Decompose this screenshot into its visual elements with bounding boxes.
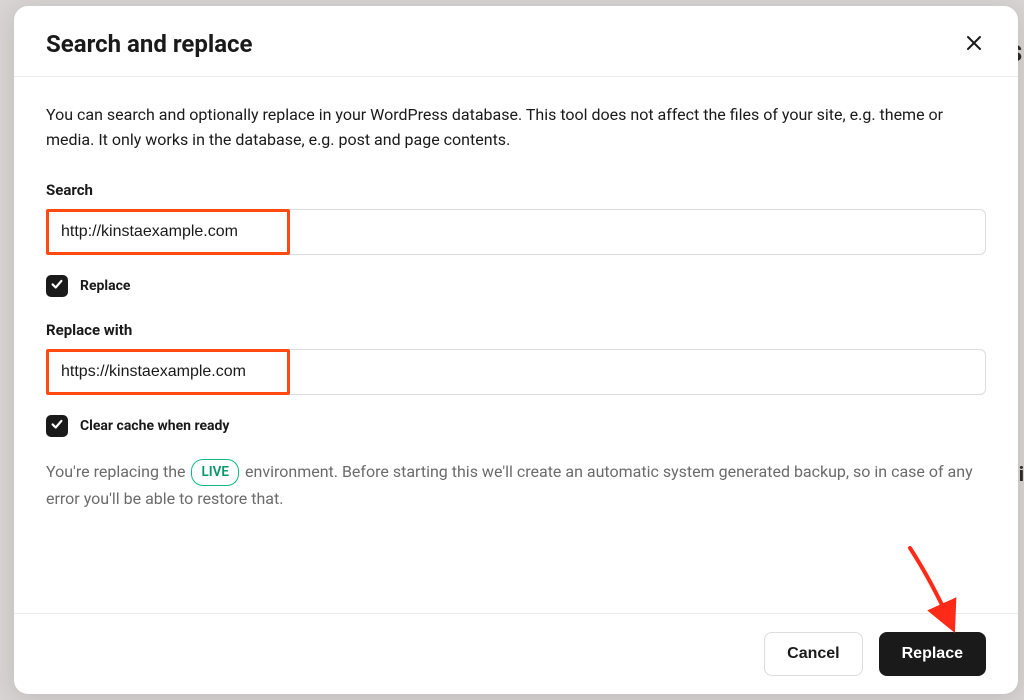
replace-with-label: Replace with [46,321,986,339]
info-text-prefix: You're replacing the [46,462,189,481]
live-badge: LIVE [191,459,239,487]
replace-checkbox-row: Replace [46,275,986,297]
modal-title: Search and replace [46,30,253,58]
close-button[interactable] [962,32,986,56]
replace-button[interactable]: Replace [879,632,986,676]
search-field-group: Search [46,181,986,255]
search-replace-modal: Search and replace You can search and op… [14,6,1018,694]
clear-cache-checkbox-row: Clear cache when ready [46,415,986,437]
modal-description: You can search and optionally replace in… [46,103,986,153]
replace-with-input[interactable] [46,349,986,395]
check-icon [50,416,64,435]
replace-with-field-group: Replace with [46,321,986,395]
modal-header: Search and replace [14,6,1018,77]
environment-info: You're replacing the LIVE environment. B… [46,459,986,512]
modal-footer: Cancel Replace [14,613,1018,694]
close-icon [966,35,982,54]
replace-checkbox[interactable] [46,275,68,297]
search-input[interactable] [46,209,986,255]
clear-cache-checkbox[interactable] [46,415,68,437]
replace-checkbox-label[interactable]: Replace [80,278,130,294]
cancel-button[interactable]: Cancel [764,632,862,676]
search-label: Search [46,181,986,199]
modal-body: You can search and optionally replace in… [14,77,1018,613]
check-icon [50,276,64,295]
clear-cache-checkbox-label[interactable]: Clear cache when ready [80,418,229,434]
